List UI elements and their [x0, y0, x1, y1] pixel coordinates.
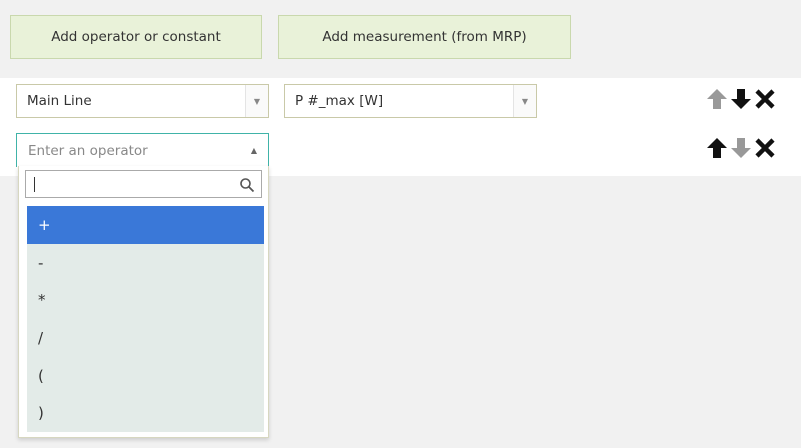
option-divide[interactable]: / — [27, 319, 264, 357]
measurement-select-value: P #_max [W] — [295, 93, 384, 109]
chevron-up-icon: ▲ — [250, 146, 257, 155]
option-plus[interactable]: + — [27, 206, 264, 244]
add-operator-button[interactable]: Add operator or constant — [10, 15, 262, 59]
source-select-value: Main Line — [27, 93, 92, 109]
option-minus[interactable]: - — [27, 244, 264, 282]
option-close-paren[interactable]: ) — [27, 394, 264, 432]
chevron-down-icon: ▼ — [245, 85, 268, 117]
chevron-down-icon: ▼ — [513, 85, 536, 117]
arrow-down-icon — [731, 138, 751, 158]
operator-dropdown: + - * / ( ) — [18, 166, 269, 438]
delete-icon[interactable] — [754, 137, 776, 159]
operator-select[interactable]: Enter an operator ▲ — [16, 133, 269, 167]
source-select[interactable]: Main Line ▼ — [16, 84, 269, 118]
arrow-down-icon[interactable] — [730, 88, 752, 110]
search-icon — [240, 178, 255, 193]
measurement-select[interactable]: P #_max [W] ▼ — [284, 84, 537, 118]
option-multiply[interactable]: * — [27, 281, 264, 319]
operator-options-list: + - * / ( ) — [27, 206, 264, 432]
arrow-up-icon[interactable] — [706, 137, 728, 159]
arrow-up-icon — [707, 89, 727, 109]
delete-icon[interactable] — [754, 88, 776, 110]
operator-search-input[interactable] — [25, 170, 262, 198]
add-measurement-button[interactable]: Add measurement (from MRP) — [278, 15, 571, 59]
operator-select-placeholder: Enter an operator — [28, 142, 148, 159]
option-open-paren[interactable]: ( — [27, 357, 264, 395]
text-caret — [34, 177, 35, 192]
